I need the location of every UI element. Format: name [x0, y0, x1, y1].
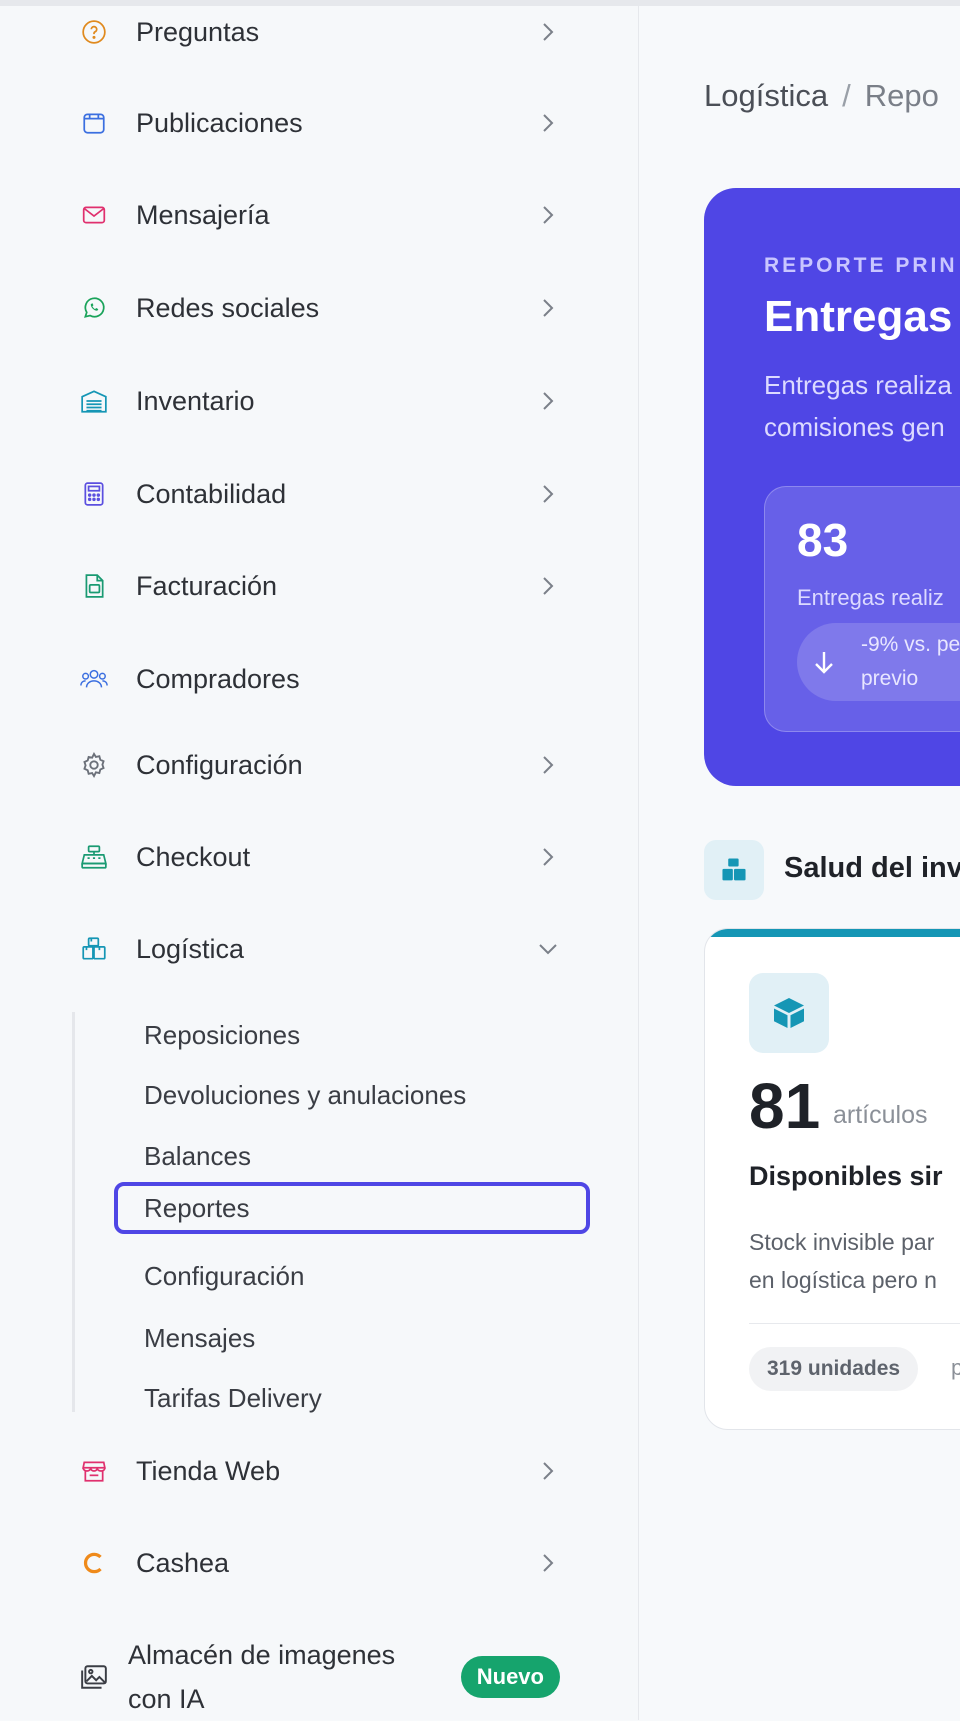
- warehouse-icon: [80, 387, 108, 415]
- sidebar-item-label: Configuración: [136, 749, 303, 780]
- submenu-item-reportes[interactable]: Reportes: [114, 1182, 590, 1234]
- submenu-item-tarifas-delivery[interactable]: Tarifas Delivery: [114, 1372, 590, 1424]
- sidebar-item-label: Publicaciones: [136, 107, 303, 138]
- stat-change-text: -9% vs. pe previo: [861, 628, 960, 696]
- breadcrumb-parent[interactable]: Logística: [704, 78, 828, 113]
- divider: [749, 1323, 960, 1324]
- invoice-icon: [80, 572, 108, 600]
- chevron-right-icon: [536, 574, 560, 598]
- window-icon: [80, 109, 108, 137]
- inventory-card: 81 artículos Disponibles sir Stock invis…: [704, 928, 960, 1430]
- sidebar-item-almacen-imagenes[interactable]: Almacén de imagenes con IA Nuevo: [80, 1634, 560, 1720]
- chevron-right-icon: [536, 845, 560, 869]
- sidebar-item-label: Inventario: [136, 385, 255, 416]
- hero-desc-line1: Entregas realiza: [764, 370, 952, 400]
- submenu-guide-line: [72, 1012, 75, 1412]
- whatsapp-icon: [80, 294, 108, 322]
- question-circle-icon: [80, 18, 108, 46]
- sidebar-item-publicaciones[interactable]: Publicaciones: [80, 98, 560, 148]
- box-icon: [749, 973, 829, 1053]
- chevron-right-icon: [536, 1551, 560, 1575]
- sidebar-item-inventario[interactable]: Inventario: [80, 376, 560, 426]
- cashea-icon: [80, 1549, 108, 1577]
- sidebar-item-preguntas[interactable]: Preguntas: [80, 7, 560, 57]
- sidebar-item-mensajeria[interactable]: Mensajería: [80, 190, 560, 240]
- chevron-right-icon: [536, 482, 560, 506]
- sidebar-item-label: Almacén de imagenes con IA: [128, 1633, 395, 1721]
- inventory-card-description: Stock invisible par en logística pero n: [749, 1223, 937, 1299]
- chevron-right-icon: [536, 389, 560, 413]
- breadcrumb-separator: /: [842, 78, 851, 113]
- boxes-icon: [80, 935, 108, 963]
- sidebar-item-configuracion[interactable]: Configuración: [80, 740, 560, 790]
- new-badge: Nuevo: [460, 1656, 560, 1698]
- hero-report-card: REPORTE PRIN Entregas Entregas realiza c…: [704, 188, 960, 786]
- chevron-right-icon: [536, 203, 560, 227]
- sidebar-item-label: Tienda Web: [136, 1455, 281, 1486]
- images-icon: [80, 1663, 108, 1691]
- sidebar: Preguntas Publicaciones Mensajería Redes…: [0, 6, 639, 1720]
- stat-value: 83: [797, 514, 849, 566]
- inventory-health-icon: [704, 840, 764, 900]
- sidebar-item-contabilidad[interactable]: Contabilidad: [80, 469, 560, 519]
- submenu-item-reposiciones[interactable]: Reposiciones: [114, 1009, 590, 1061]
- sidebar-item-label: Logística: [136, 933, 245, 964]
- truncated-text: p: [951, 1355, 960, 1381]
- stat-change-pill: -9% vs. pe previo: [797, 623, 960, 701]
- sidebar-item-compradores[interactable]: Compradores: [80, 654, 560, 704]
- hero-title: Entregas: [764, 292, 953, 341]
- mail-icon: [80, 201, 108, 229]
- chevron-right-icon: [536, 111, 560, 135]
- sidebar-item-label: Checkout: [136, 841, 251, 872]
- section-title: Salud del inv: [784, 852, 960, 884]
- gear-icon: [80, 751, 108, 779]
- sidebar-item-redes-sociales[interactable]: Redes sociales: [80, 283, 560, 333]
- sidebar-item-facturacion[interactable]: Facturación: [80, 561, 560, 611]
- stat-label: Entregas realiz: [797, 585, 944, 610]
- store-icon: [80, 1457, 108, 1485]
- deliveries-stat-card: 83 Entregas realiz -9% vs. pe previo: [764, 486, 960, 732]
- inventory-card-title: Disponibles sir: [749, 1161, 943, 1191]
- sidebar-item-label: Compradores: [136, 663, 300, 694]
- hero-desc-line2: comisiones gen: [764, 412, 945, 442]
- submenu-item-devoluciones[interactable]: Devoluciones y anulaciones: [114, 1069, 590, 1121]
- stat-change-line2: previo: [861, 667, 919, 690]
- ai-label-line2: con IA: [128, 1684, 205, 1714]
- sidebar-item-checkout[interactable]: Checkout: [80, 832, 560, 882]
- hero-description: Entregas realiza comisiones gen: [764, 364, 952, 448]
- sidebar-item-label: Redes sociales: [136, 292, 320, 323]
- cash-register-icon: [80, 843, 108, 871]
- submenu-item-configuracion[interactable]: Configuración: [114, 1250, 590, 1302]
- sidebar-item-label: Facturación: [136, 570, 278, 601]
- sidebar-item-logistica[interactable]: Logística: [80, 924, 560, 974]
- submenu-item-balances[interactable]: Balances: [114, 1130, 590, 1182]
- chevron-right-icon: [536, 1459, 560, 1483]
- ai-label-line1: Almacén de imagenes: [128, 1640, 396, 1670]
- chevron-right-icon: [536, 296, 560, 320]
- sidebar-item-label: Mensajería: [136, 199, 270, 230]
- inventory-desc-line2: en logística pero n: [749, 1267, 937, 1293]
- sidebar-item-label: Cashea: [136, 1547, 230, 1578]
- units-badge: 319 unidades: [749, 1347, 919, 1391]
- sidebar-item-label: Preguntas: [136, 16, 260, 47]
- inventory-desc-line1: Stock invisible par: [749, 1229, 935, 1255]
- sidebar-item-cashea[interactable]: Cashea: [80, 1538, 560, 1588]
- users-icon: [80, 665, 108, 693]
- chevron-right-icon: [536, 753, 560, 777]
- inventory-count: 81: [749, 1070, 821, 1142]
- calculator-icon: [80, 480, 108, 508]
- sidebar-item-tienda-web[interactable]: Tienda Web: [80, 1446, 560, 1496]
- hero-eyebrow: REPORTE PRIN: [764, 254, 958, 277]
- arrow-down-icon: [813, 649, 841, 675]
- submenu-item-mensajes[interactable]: Mensajes: [114, 1312, 590, 1364]
- sidebar-item-label: Contabilidad: [136, 478, 287, 509]
- chevron-down-icon: [536, 937, 560, 961]
- chevron-right-icon: [536, 20, 560, 44]
- breadcrumb: Logística / Repo: [704, 78, 939, 114]
- inventory-unit: artículos: [833, 1101, 928, 1129]
- breadcrumb-current: Repo: [864, 78, 939, 113]
- card-accent-bar: [705, 929, 960, 937]
- stat-change-line1: -9% vs. pe: [861, 633, 960, 656]
- main-content: Logística / Repo REPORTE PRIN Entregas Ent…: [640, 6, 960, 1720]
